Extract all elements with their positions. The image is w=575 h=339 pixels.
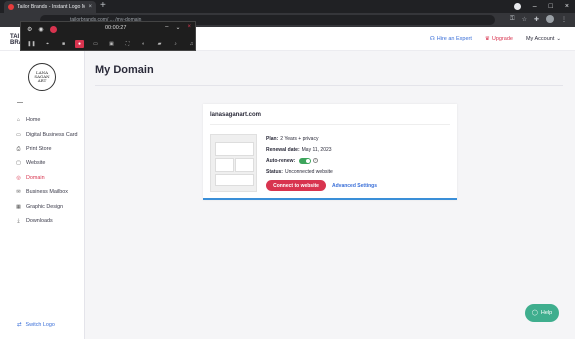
main-content: My Domain lanasaganart.com Plan: 2 Years … — [85, 51, 575, 339]
window-controls: – □ × — [513, 0, 569, 13]
sidebar-item-graphic-design[interactable]: ▦ Graphic Design — [16, 199, 78, 213]
recorder-minimize-icon[interactable]: – — [165, 24, 168, 31]
card-actions: Connect to website Advanced Settings — [266, 180, 377, 191]
tab-title: Tailor Brands - Instant Logo Mak — [17, 4, 86, 10]
fullscreen-icon[interactable]: ⛶ — [123, 40, 132, 48]
rectangle-icon[interactable]: ■ — [59, 40, 68, 48]
extensions-icon[interactable]: ✚ — [534, 16, 539, 23]
recorder-window-controls: – ⌄ × — [165, 24, 191, 31]
screen-icon[interactable]: ▭ — [91, 40, 100, 48]
sidebar-item-website[interactable]: ▢ Website — [16, 156, 78, 170]
browser-tab[interactable]: Tailor Brands - Instant Logo Mak × — [4, 1, 96, 13]
folder-icon[interactable]: ▰ — [155, 40, 164, 48]
website-preview-thumbnail — [210, 134, 257, 192]
recorder-top-bar: ⚙ ◉ 00:00:27 – ⌄ × — [21, 22, 197, 36]
chat-icon: ◯ — [531, 310, 538, 316]
domain-card: lanasaganart.com Plan: 2 Years + privacy … — [203, 104, 457, 200]
pause-icon[interactable]: ❚❚ — [27, 40, 36, 48]
upgrade-link[interactable]: ♛ Upgrade — [485, 36, 513, 42]
screen-recorder-overlay: ⚙ ◉ 00:00:27 – ⌄ × ❚❚ ⌖ ■ ● ▭ ▣ ⛶ ◐ ▰ ♪ … — [20, 21, 196, 51]
grid-icon: ▦ — [16, 203, 21, 210]
monitor-icon: ▢ — [16, 160, 21, 167]
avatar[interactable] — [546, 15, 554, 23]
domain-name: lanasaganart.com — [210, 112, 262, 118]
home-icon: ⌂ — [16, 117, 21, 124]
sidebar-item-home[interactable]: ⌂ Home — [16, 113, 78, 127]
sidebar-item-business-mailbox[interactable]: ✉ Business Mailbox — [16, 185, 78, 199]
page-title: My Domain — [95, 64, 154, 76]
hire-expert-link[interactable]: ☊ Hire an Expert — [430, 36, 472, 42]
chevron-down-icon: ⌄ — [556, 36, 561, 42]
card-divider — [210, 124, 450, 125]
record-mode-icon[interactable]: ● — [75, 39, 84, 48]
advanced-settings-link[interactable]: Advanced Settings — [332, 183, 377, 189]
renewal-row: Renewal date: May 11, 2023 — [266, 146, 332, 153]
speaker-icon[interactable]: ♪ — [171, 40, 180, 48]
recorder-collapse-icon[interactable]: ⌄ — [175, 24, 180, 31]
recording-timer: 00:00:27 — [105, 25, 127, 31]
connect-to-website-button[interactable]: Connect to website — [266, 180, 326, 191]
tab-close-icon[interactable]: × — [88, 4, 92, 10]
swap-icon: ⇄ — [17, 322, 22, 328]
sidebar: LANA SAGAN ART ⌂ Home ▭ Digital Business… — [0, 51, 85, 339]
autorenew-row: Auto-renew: i — [266, 155, 333, 166]
star-icon[interactable]: ☆ — [522, 16, 527, 23]
window-icon[interactable]: ▣ — [107, 40, 116, 48]
profile-icon[interactable] — [513, 3, 521, 10]
title-divider — [95, 85, 563, 86]
microphone-icon[interactable]: ♫ — [187, 40, 196, 48]
info-icon[interactable]: i — [313, 158, 319, 163]
recorder-tools: ❚❚ ⌖ ■ ● ▭ ▣ ⛶ ◐ ▰ ♪ ♫ — [21, 37, 197, 50]
sidebar-item-digital-business-card[interactable]: ▭ Digital Business Card — [16, 127, 77, 141]
menu-icon[interactable]: ⋮ — [561, 16, 567, 23]
new-tab-button[interactable]: + — [100, 0, 106, 12]
plan-row: Plan: 2 Years + privacy — [266, 135, 319, 142]
mail-icon: ✉ — [16, 189, 21, 196]
cursor-icon[interactable]: ⌖ — [43, 40, 52, 48]
webcam-icon[interactable]: ◐ — [139, 40, 148, 48]
autorenew-toggle[interactable] — [299, 157, 312, 164]
sidebar-item-downloads[interactable]: ⤓ Downloads — [16, 214, 78, 228]
settings-icon[interactable]: ⚙ — [27, 26, 32, 33]
help-button[interactable]: ◯ Help — [525, 304, 559, 322]
download-icon: ⤓ — [17, 217, 20, 224]
my-account-menu[interactable]: My Account ⌄ — [526, 36, 561, 42]
sidebar-item-print-store[interactable]: ⎙ Print Store — [16, 142, 78, 156]
headset-icon: ☊ — [429, 36, 435, 42]
status-row: Status: Unconnected website — [266, 168, 333, 175]
maximize-button[interactable]: □ — [549, 0, 553, 13]
minimize-button[interactable]: – — [533, 0, 537, 13]
window-close-button[interactable]: × — [565, 0, 569, 13]
switch-logo-link[interactable]: ⇄ Switch Logo — [17, 322, 55, 328]
sidebar-item-domain[interactable]: ◎ Domain — [16, 171, 78, 185]
browser-tab-strip: Tailor Brands - Instant Logo Mak × + – □… — [0, 0, 575, 13]
domain-details: Plan: 2 Years + privacy Renewal date: May … — [266, 133, 333, 177]
crown-icon: ♛ — [484, 36, 490, 42]
sidebar-nav: ⌂ Home ▭ Digital Business Card ⎙ Print S… — [16, 113, 78, 228]
favicon-icon — [8, 4, 14, 10]
sidebar-divider — [17, 102, 23, 103]
recorder-close-icon[interactable]: × — [187, 24, 191, 31]
brand-logo-badge: LANA SAGAN ART — [28, 63, 56, 91]
print-icon: ⎙ — [16, 145, 21, 152]
toolbar-icons: ⚿ ☆ ✚ ⋮ — [510, 15, 567, 23]
key-icon[interactable]: ⚿ — [510, 16, 515, 23]
card-icon: ▭ — [16, 131, 21, 138]
globe-icon: ◎ — [16, 174, 21, 181]
record-stop-button[interactable] — [49, 25, 57, 33]
camera-icon[interactable]: ◉ — [38, 26, 43, 33]
header-actions: ☊ Hire an Expert ♛ Upgrade My Account ⌄ — [430, 36, 561, 42]
